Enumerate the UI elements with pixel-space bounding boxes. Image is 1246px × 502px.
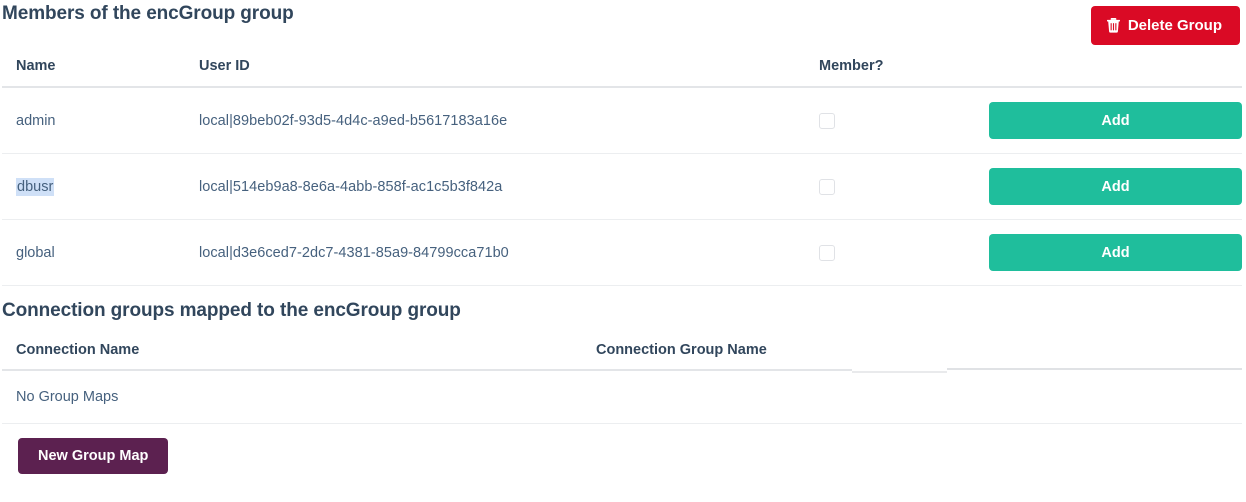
- member-name: admin: [16, 113, 56, 129]
- members-table-header-row: Name User ID Member?: [2, 52, 1242, 87]
- column-header-action: [965, 52, 1242, 87]
- member-checkbox[interactable]: [819, 113, 835, 129]
- members-section-header: Members of the encGroup group Delete Gro…: [0, 0, 1246, 52]
- member-name: global: [16, 245, 55, 261]
- member-action-cell: Add: [965, 154, 1242, 220]
- table-row: global local|d3e6ced7-2dc7-4381-85a9-847…: [2, 220, 1242, 286]
- table-row: No Group Maps: [2, 371, 1242, 424]
- no-group-maps-message: No Group Maps: [2, 371, 1242, 424]
- member-name-cell: admin: [2, 87, 185, 154]
- member-checkbox[interactable]: [819, 245, 835, 261]
- delete-group-label: Delete Group: [1128, 17, 1222, 34]
- group-detail-page: Members of the encGroup group Delete Gro…: [0, 0, 1246, 502]
- page-title: Members of the encGroup group: [2, 3, 294, 25]
- column-header-user-id: User ID: [185, 52, 805, 87]
- member-user-id-cell: local|89beb02f-93d5-4d4c-a9ed-b5617183a1…: [185, 87, 805, 154]
- table-row: admin local|89beb02f-93d5-4d4c-a9ed-b561…: [2, 87, 1242, 154]
- member-checkbox-cell: [805, 220, 965, 286]
- members-table: Name User ID Member? admin local|89beb02…: [2, 52, 1242, 286]
- member-checkbox-cell: [805, 87, 965, 154]
- group-maps-header-row: Connection Name Connection Group Name: [2, 335, 1242, 371]
- group-maps-title: Connection groups mapped to the encGroup…: [2, 300, 1246, 322]
- add-member-button[interactable]: Add: [989, 168, 1242, 205]
- delete-group-button[interactable]: Delete Group: [1091, 6, 1240, 45]
- group-maps-table: Connection Name Connection Group Name No…: [2, 335, 1242, 424]
- member-name: dbusr: [16, 178, 54, 196]
- column-header-spacer-1: [852, 337, 947, 373]
- member-action-cell: Add: [965, 220, 1242, 286]
- member-action-cell: Add: [965, 87, 1242, 154]
- member-user-id-cell: local|d3e6ced7-2dc7-4381-85a9-84799cca71…: [185, 220, 805, 286]
- add-member-button[interactable]: Add: [989, 102, 1242, 139]
- member-checkbox-cell: [805, 154, 965, 220]
- add-member-button[interactable]: Add: [989, 234, 1242, 271]
- column-header-spacer-2: [947, 334, 1242, 370]
- member-name-cell: dbusr: [2, 154, 185, 220]
- new-group-map-button[interactable]: New Group Map: [18, 438, 168, 474]
- member-name-cell: global: [2, 220, 185, 286]
- member-checkbox[interactable]: [819, 179, 835, 195]
- column-header-member: Member?: [805, 52, 965, 87]
- trash-icon: [1107, 18, 1120, 33]
- column-header-connection-group-name: Connection Group Name: [582, 335, 852, 371]
- column-header-connection-name: Connection Name: [2, 335, 582, 371]
- column-header-name: Name: [2, 52, 185, 87]
- member-user-id-cell: local|514eb9a8-8e6a-4abb-858f-ac1c5b3f84…: [185, 154, 805, 220]
- table-row: dbusr local|514eb9a8-8e6a-4abb-858f-ac1c…: [2, 154, 1242, 220]
